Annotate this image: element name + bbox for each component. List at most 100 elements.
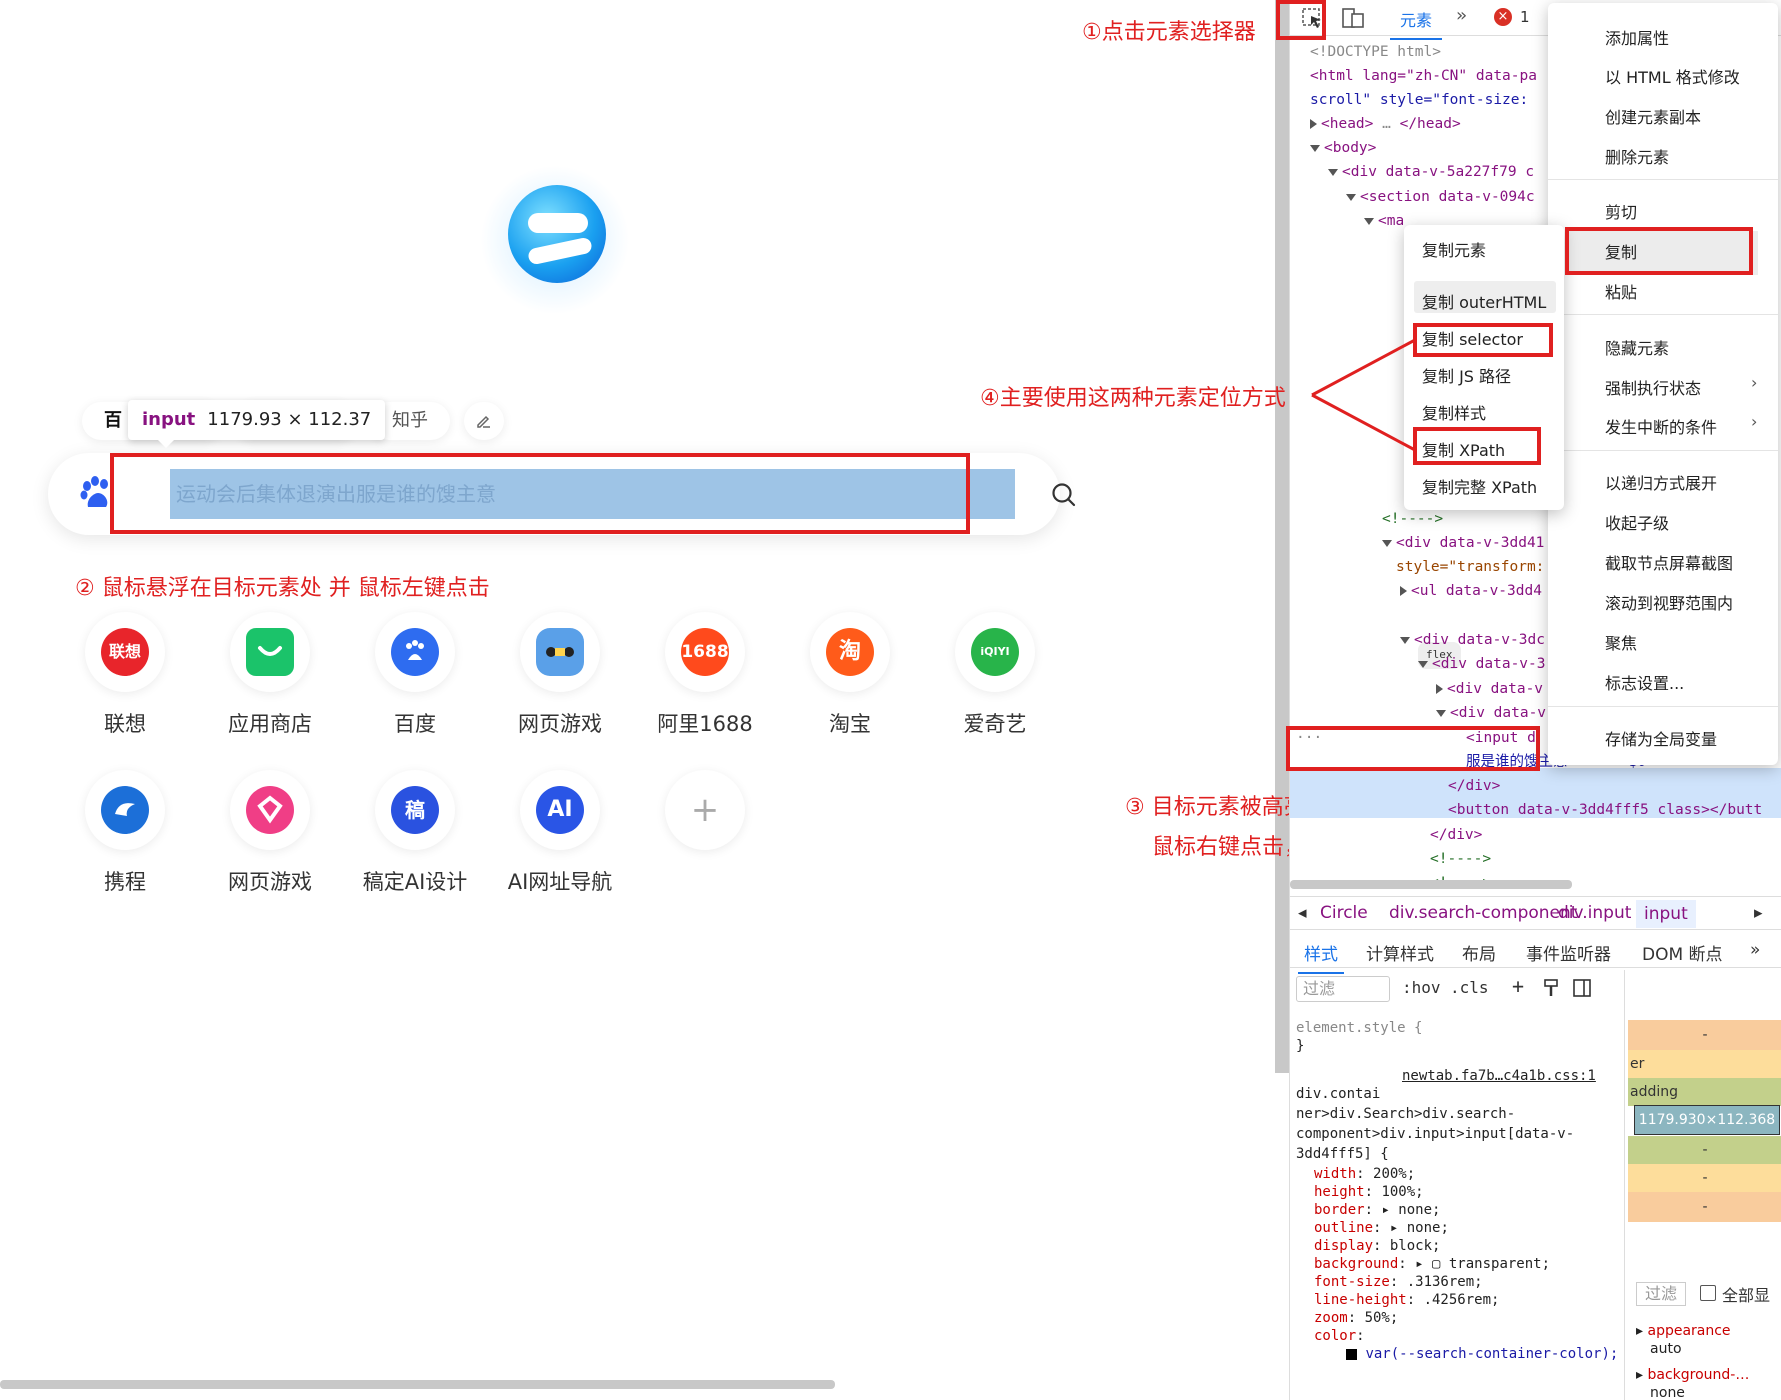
app-webgame-2[interactable]: 网页游戏	[215, 770, 325, 896]
breadcrumb-item[interactable]: Circle	[1320, 903, 1368, 923]
submenu-copy-js-path[interactable]: 复制 JS 路径	[1422, 363, 1511, 387]
css-prop-line[interactable]: line-height: .4256rem;	[1314, 1290, 1499, 1310]
dom-line[interactable]: <section data-v-094c	[1346, 185, 1535, 210]
app-ai-nav[interactable]: AI AI网址导航	[505, 770, 615, 896]
dom-line[interactable]: style="transform:	[1396, 555, 1544, 580]
computed-prop[interactable]: ▸ appearance	[1636, 1322, 1731, 1340]
tab-dom-breakpoints[interactable]: DOM 断点	[1642, 940, 1723, 965]
submenu-copy-element[interactable]: 复制元素	[1422, 237, 1486, 261]
cls-button[interactable]: .cls	[1450, 978, 1489, 997]
menu-item-edit-as-html[interactable]: 以 HTML 格式修改	[1605, 64, 1740, 88]
css-color-value[interactable]: var(--search-container-color);	[1346, 1344, 1618, 1364]
box-padding[interactable]: adding	[1628, 1078, 1781, 1106]
css-prop-line[interactable]: border: ▸ none;	[1314, 1200, 1440, 1220]
app-gaoding[interactable]: 稿 稿定AI设计	[360, 770, 470, 896]
edit-engines-button[interactable]	[464, 402, 504, 440]
tab-computed[interactable]: 计算样式	[1366, 940, 1434, 965]
box-border[interactable]: er	[1628, 1050, 1781, 1078]
menu-item-store-as-global[interactable]: 存储为全局变量	[1605, 726, 1717, 750]
hov-button[interactable]: :hov	[1402, 978, 1441, 997]
css-prop-line[interactable]: zoom: 50%;	[1314, 1308, 1398, 1328]
menu-item-capture-node-screenshot[interactable]: 截取节点屏幕截图	[1605, 550, 1733, 574]
app-iqiyi[interactable]: iQIYI 爱奇艺	[940, 612, 1050, 738]
box-padding-bottom[interactable]: -	[1628, 1136, 1781, 1164]
add-shortcut-button[interactable]: +	[650, 770, 760, 850]
breadcrumb-scroll-right[interactable]: ▸	[1754, 903, 1763, 923]
css-source-link[interactable]: newtab.fa7b…c4a1b.css:1	[1402, 1066, 1596, 1086]
menu-item-collapse-children[interactable]: 收起子级	[1605, 510, 1669, 534]
css-prop-line[interactable]: outline: ▸ none;	[1314, 1218, 1449, 1238]
new-rule-icon[interactable]: +	[1512, 974, 1524, 998]
menu-item-break-on[interactable]: 发生中断的条件 ›	[1605, 412, 1757, 438]
tab-event-listeners[interactable]: 事件监听器	[1526, 940, 1611, 965]
app-baidu[interactable]: 百度	[360, 612, 470, 738]
toggle-sidebar-icon[interactable]	[1572, 978, 1592, 998]
menu-item-duplicate-element[interactable]: 创建元素副本	[1605, 104, 1701, 128]
app-1688[interactable]: 1688 阿里1688	[650, 612, 760, 738]
submenu-copy-styles[interactable]: 复制样式	[1422, 400, 1486, 424]
menu-item-paste[interactable]: 粘贴	[1605, 279, 1637, 303]
breadcrumb-item-active[interactable]: input	[1636, 900, 1696, 928]
menu-item-focus[interactable]: 聚焦	[1605, 630, 1637, 654]
box-content[interactable]: 1179.930×112.368	[1634, 1105, 1780, 1135]
app-taobao[interactable]: 淘 淘宝	[795, 612, 905, 738]
menu-item-add-attribute[interactable]: 添加属性	[1605, 25, 1669, 49]
tab-layout[interactable]: 布局	[1462, 940, 1496, 965]
dom-line[interactable]: </div>	[1448, 774, 1500, 799]
computed-prop[interactable]: ▸ background-…	[1636, 1366, 1749, 1384]
box-border-bottom[interactable]: -	[1628, 1164, 1781, 1192]
box-margin-bottom[interactable]: -	[1628, 1192, 1781, 1222]
dom-line[interactable]: <div data-v-3	[1418, 652, 1546, 677]
submenu-copy-full-xpath[interactable]: 复制完整 XPath	[1422, 474, 1537, 498]
dom-line[interactable]: <div data-v	[1436, 701, 1546, 726]
box-margin[interactable]: -	[1628, 1020, 1781, 1050]
dom-line[interactable]: </div>	[1430, 823, 1482, 848]
app-lenovo[interactable]: 联想 联想	[70, 612, 180, 738]
dom-horizontal-scrollbar[interactable]	[1290, 880, 1572, 889]
dom-line[interactable]: <body>	[1310, 136, 1376, 161]
app-store[interactable]: 应用商店	[215, 612, 325, 738]
show-all-checkbox[interactable]	[1700, 1285, 1716, 1301]
computed-filter-input[interactable]: 过滤	[1636, 1282, 1686, 1306]
dom-line[interactable]: <head> … </head>	[1310, 112, 1461, 137]
device-toolbar-icon[interactable]	[1340, 6, 1366, 30]
search-icon[interactable]	[1051, 482, 1077, 508]
css-prop-line[interactable]: color:	[1314, 1326, 1365, 1346]
app-ctrip[interactable]: 携程	[70, 770, 180, 896]
dom-line[interactable]: scroll" style="font-size:	[1310, 88, 1528, 113]
dom-line[interactable]: <div data-v-3dc	[1400, 628, 1545, 653]
dom-line[interactable]: <div data-v-5a227f79 c	[1328, 160, 1534, 185]
dom-line[interactable]: <!---->	[1430, 871, 1491, 880]
dom-line[interactable]: <html lang="zh-CN" data-pa	[1310, 64, 1537, 89]
menu-item-expand-recursively[interactable]: 以递归方式展开	[1605, 470, 1717, 494]
page-vertical-scrollbar[interactable]	[1275, 0, 1289, 1073]
color-swatch[interactable]	[1346, 1348, 1357, 1360]
dom-line[interactable]: <!---->	[1382, 507, 1443, 532]
breadcrumb-item[interactable]: div.input	[1558, 903, 1631, 923]
css-selector[interactable]: div.contai ner>div.Search>div.search- co…	[1296, 1084, 1574, 1164]
css-prop-line[interactable]: background: ▸ ▢ transparent;	[1314, 1254, 1550, 1274]
dom-line[interactable]: <!DOCTYPE html>	[1310, 40, 1441, 65]
menu-item-badge-settings[interactable]: 标志设置...	[1605, 670, 1684, 694]
app-webgame[interactable]: 网页游戏	[505, 612, 615, 738]
menu-item-hide-element[interactable]: 隐藏元素	[1605, 335, 1669, 359]
error-icon[interactable]: ×	[1494, 8, 1512, 26]
css-prop-line[interactable]: height: 100%;	[1314, 1182, 1424, 1202]
element-style-rule[interactable]: element.style {	[1296, 1018, 1422, 1038]
tab-elements[interactable]: 元素	[1389, 7, 1443, 40]
more-subtabs-icon[interactable]: »	[1750, 940, 1760, 960]
menu-item-scroll-into-view[interactable]: 滚动到视野范围内	[1605, 590, 1733, 614]
menu-item-force-state[interactable]: 强制执行状态 ›	[1605, 373, 1757, 399]
tab-styles[interactable]: 样式	[1298, 940, 1344, 974]
menu-item-cut[interactable]: 剪切	[1605, 199, 1637, 223]
more-tabs-icon[interactable]: »	[1456, 5, 1467, 26]
page-horizontal-scrollbar[interactable]	[0, 1380, 835, 1389]
menu-item-delete-element[interactable]: 删除元素	[1605, 144, 1669, 168]
dom-line[interactable]: <ul data-v-3dd4	[1400, 579, 1542, 604]
dom-line[interactable]: <div data-v	[1436, 677, 1543, 702]
dom-line[interactable]: <ma	[1364, 209, 1404, 234]
paint-icon[interactable]	[1542, 978, 1562, 998]
dom-line[interactable]: <!---->	[1430, 847, 1491, 872]
breadcrumb-scroll-left[interactable]: ◂	[1298, 903, 1307, 923]
css-prop-line[interactable]: font-size: .3136rem;	[1314, 1272, 1483, 1292]
